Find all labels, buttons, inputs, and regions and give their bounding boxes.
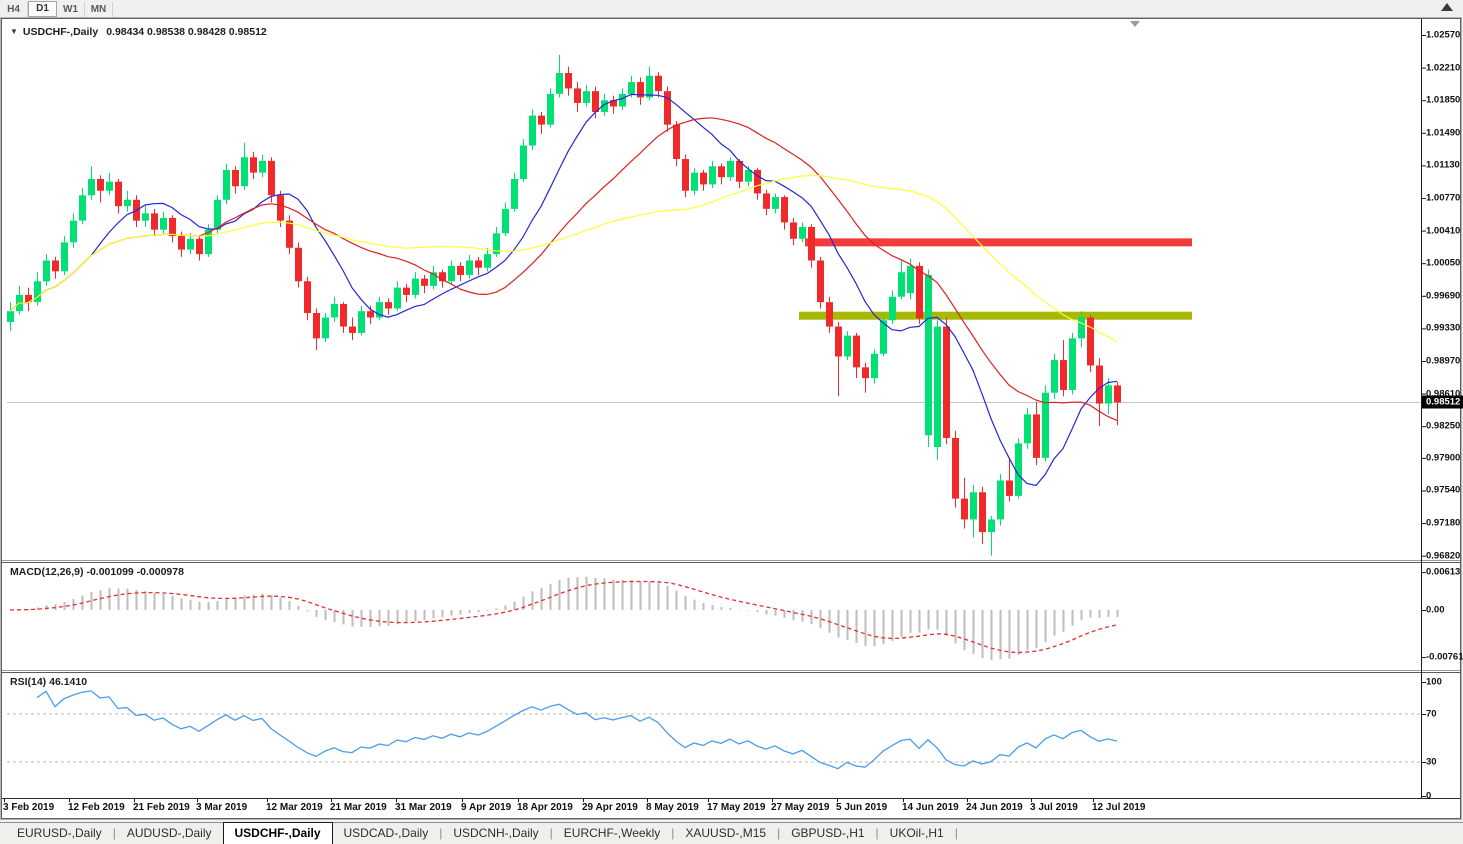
tab-audusd-daily[interactable]: AUDUSD-,Daily xyxy=(116,823,223,843)
tab-xauusd-m15[interactable]: XAUUSD-,M15 xyxy=(674,823,777,843)
tab-gbpusd-h1[interactable]: GBPUSD-,H1 xyxy=(780,823,875,843)
tab-eurusd-daily[interactable]: EURUSD-,Daily xyxy=(6,823,113,843)
timeframe-button-d1[interactable]: D1 xyxy=(28,1,57,17)
toolbar-overflow-icon[interactable] xyxy=(1441,3,1453,11)
tab-eurchf-weekly[interactable]: EURCHF-,Weekly xyxy=(553,823,671,843)
timeframe-button-w1[interactable]: W1 xyxy=(57,2,85,17)
timeframe-toolbar: H4D1W1MN xyxy=(0,0,1463,18)
tab-ukoil-h1[interactable]: UKOil-,H1 xyxy=(879,823,955,843)
symbol-tab-bar: EURUSD-,Daily | AUDUSD-,DailyUSDCHF-,Daily… xyxy=(0,822,1463,844)
tab-separator: | xyxy=(955,823,958,843)
timeframe-button-mn[interactable]: MN xyxy=(85,2,113,17)
mt4-screen: H4D1W1MN ▼USDCHF-,Daily0.98434 0.98538 0… xyxy=(0,0,1463,844)
tab-usdcnh-daily[interactable]: USDCNH-,Daily xyxy=(442,823,549,843)
timeframe-button-h4[interactable]: H4 xyxy=(0,2,28,17)
chart-window xyxy=(1,18,1461,819)
tab-usdcad-daily[interactable]: USDCAD-,Daily xyxy=(333,823,440,843)
tab-usdchf-daily[interactable]: USDCHF-,Daily xyxy=(223,822,333,844)
